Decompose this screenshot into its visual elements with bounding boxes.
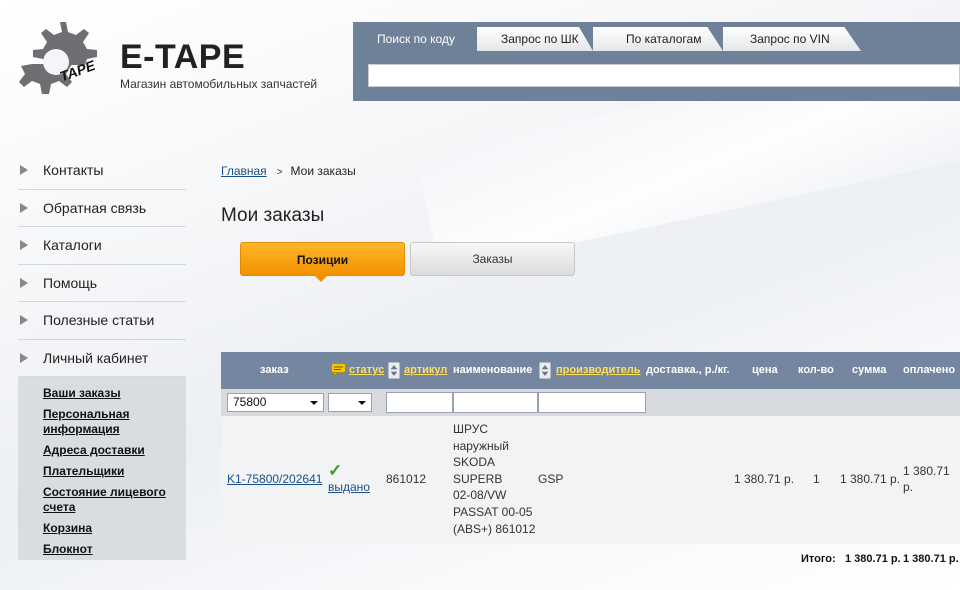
name-line: PASSAT 00-05 xyxy=(453,504,533,519)
positions-button[interactable]: Позиции xyxy=(240,242,405,276)
article-filter-input[interactable] xyxy=(386,392,453,413)
name-line: (ABS+) 861012 xyxy=(453,521,536,536)
submenu-account-balance[interactable]: Состояние лицевого счета xyxy=(43,485,186,515)
site-logo[interactable]: TAPE E-TAPE Магазин автомобильных запчас… xyxy=(18,16,328,106)
breadcrumb-current: Мои заказы xyxy=(290,164,356,178)
tab-catalogs[interactable]: По каталогам xyxy=(626,27,701,51)
price-cell: 1 380.71 р. xyxy=(734,472,795,486)
tab-barcode-request[interactable]: Запрос по ШК xyxy=(501,27,579,51)
arrow-right-icon xyxy=(20,165,28,175)
article-cell: 861012 xyxy=(386,472,427,486)
sidebar-item-label: Личный кабинет xyxy=(43,349,149,366)
sidebar-item-account[interactable]: Личный кабинет xyxy=(18,340,186,377)
name-line: ШРУС xyxy=(453,422,489,436)
sidebar-item-contacts[interactable]: Контакты xyxy=(18,152,186,190)
checkmark-icon: ✓ xyxy=(328,461,343,480)
arrow-right-icon xyxy=(20,352,28,363)
sidebar-item-label: Обратная связь xyxy=(43,199,147,216)
page-title: Мои заказы xyxy=(221,205,325,226)
paid-currency: р. xyxy=(903,480,914,494)
sidebar: Контакты Обратная связь Каталоги Помощь … xyxy=(18,152,186,560)
column-header-status[interactable]: статус xyxy=(349,364,384,376)
brand-subtitle: Магазин автомобильных запчастей xyxy=(120,77,318,91)
account-submenu: Ваши заказы Персональная информация Адре… xyxy=(18,377,186,560)
name-line: 02-08/VW xyxy=(453,488,507,503)
totals-sum: 1 380.71 р. xyxy=(845,553,901,565)
column-header-manufacturer[interactable]: производитель xyxy=(556,364,641,376)
submenu-cart[interactable]: Корзина xyxy=(43,521,186,536)
order-filter-select[interactable]: 75800 xyxy=(227,393,324,412)
status-cell: ✓ выдано xyxy=(328,461,370,494)
column-header-order: заказ xyxy=(260,364,289,376)
sidebar-item-feedback[interactable]: Обратная связь xyxy=(18,190,186,227)
submenu-payers[interactable]: Плательщики xyxy=(43,464,186,479)
arrow-right-icon xyxy=(20,240,28,250)
order-filter-value: 75800 xyxy=(233,395,267,409)
submenu-personal-info[interactable]: Персональная информация xyxy=(43,407,186,437)
brand-title: E-TAPE xyxy=(120,38,246,76)
sum-cell: 1 380.71 р. xyxy=(840,472,901,486)
sidebar-item-catalogs[interactable]: Каталоги xyxy=(18,227,186,265)
arrow-right-icon xyxy=(20,202,28,213)
order-number-link[interactable]: K1-75800/202641 xyxy=(227,472,322,486)
totals-paid: 1 380.71 р. xyxy=(903,553,959,565)
paid-cell: 1 380.71 р. xyxy=(903,463,950,495)
column-header-qty: кол-во xyxy=(798,364,834,376)
name-line: SKODA xyxy=(453,455,496,470)
search-panel: Поиск по коду Запрос по ШК По каталогам … xyxy=(353,22,960,101)
sidebar-item-articles[interactable]: Полезные статьи xyxy=(18,302,186,340)
sort-arrows-icon[interactable] xyxy=(388,362,400,379)
column-header-sum: сумма xyxy=(852,364,887,376)
submenu-notepad[interactable]: Блокнот xyxy=(43,542,186,557)
submenu-delivery-addresses[interactable]: Адреса доставки xyxy=(43,443,186,458)
arrow-right-icon xyxy=(20,315,28,325)
chevron-down-icon xyxy=(310,401,318,405)
active-pointer xyxy=(314,275,328,282)
comment-icon[interactable] xyxy=(331,363,346,376)
sidebar-item-label: Контакты xyxy=(43,162,104,178)
orders-button[interactable]: Заказы xyxy=(410,242,575,276)
paid-amount: 1 380.71 xyxy=(903,464,950,478)
sidebar-item-label: Полезные статьи xyxy=(43,312,155,328)
submenu-your-orders[interactable]: Ваши заказы xyxy=(43,386,186,401)
column-header-price: цена xyxy=(752,364,778,376)
qty-cell: 1 xyxy=(813,472,820,486)
filter-row: 75800 xyxy=(221,389,960,416)
search-input[interactable] xyxy=(368,64,960,87)
sort-arrows-icon[interactable] xyxy=(539,362,551,379)
breadcrumb-home-link[interactable]: Главная xyxy=(221,164,267,178)
search-tabs: Поиск по коду Запрос по ШК По каталогам … xyxy=(353,24,960,51)
gear-logo-icon: TAPE xyxy=(19,22,98,94)
name-filter-input[interactable] xyxy=(453,392,538,413)
column-header-article[interactable]: артикул xyxy=(404,364,447,376)
arrow-right-icon xyxy=(20,277,28,288)
manufacturer-cell: GSP xyxy=(538,472,564,486)
status-filter-select[interactable] xyxy=(328,393,372,412)
tab-search-by-code[interactable]: Поиск по коду xyxy=(377,27,455,51)
table-header: заказ статус артикул наименование произв… xyxy=(221,352,960,389)
sidebar-item-label: Помощь xyxy=(43,274,98,291)
breadcrumb: Главная > Мои заказы xyxy=(221,164,356,178)
status-link[interactable]: выдано xyxy=(328,480,370,494)
name-cell: ШРУС наружный SKODA SUPERB 02-08/VW PASS… xyxy=(453,421,535,537)
name-line: наружный xyxy=(453,438,509,453)
chevron-down-icon xyxy=(358,401,366,405)
column-header-delivery: доставка., р./кг. xyxy=(646,364,730,376)
name-line: SUPERB xyxy=(453,471,503,486)
breadcrumb-separator: > xyxy=(276,167,283,178)
column-header-paid: оплачено xyxy=(903,364,956,376)
table-row: K1-75800/202641 ✓ выдано 861012 ШРУС нар… xyxy=(221,416,960,544)
column-header-name: наименование xyxy=(453,364,533,376)
tab-vin-request[interactable]: Запрос по VIN xyxy=(750,27,830,51)
manufacturer-filter-input[interactable] xyxy=(538,392,646,413)
sidebar-item-help[interactable]: Помощь xyxy=(18,265,186,302)
totals-label: Итого: xyxy=(801,553,836,565)
sidebar-item-label: Каталоги xyxy=(43,237,102,253)
